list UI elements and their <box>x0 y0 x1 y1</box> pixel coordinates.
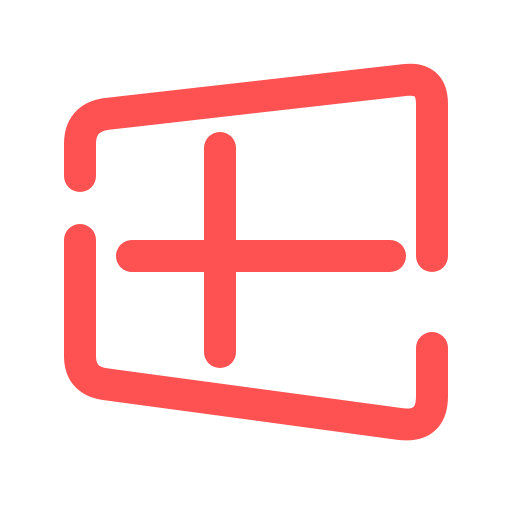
icon-canvas <box>0 0 512 512</box>
windows-add-icon <box>64 63 448 441</box>
window-frame-upper-stroke <box>64 63 448 272</box>
